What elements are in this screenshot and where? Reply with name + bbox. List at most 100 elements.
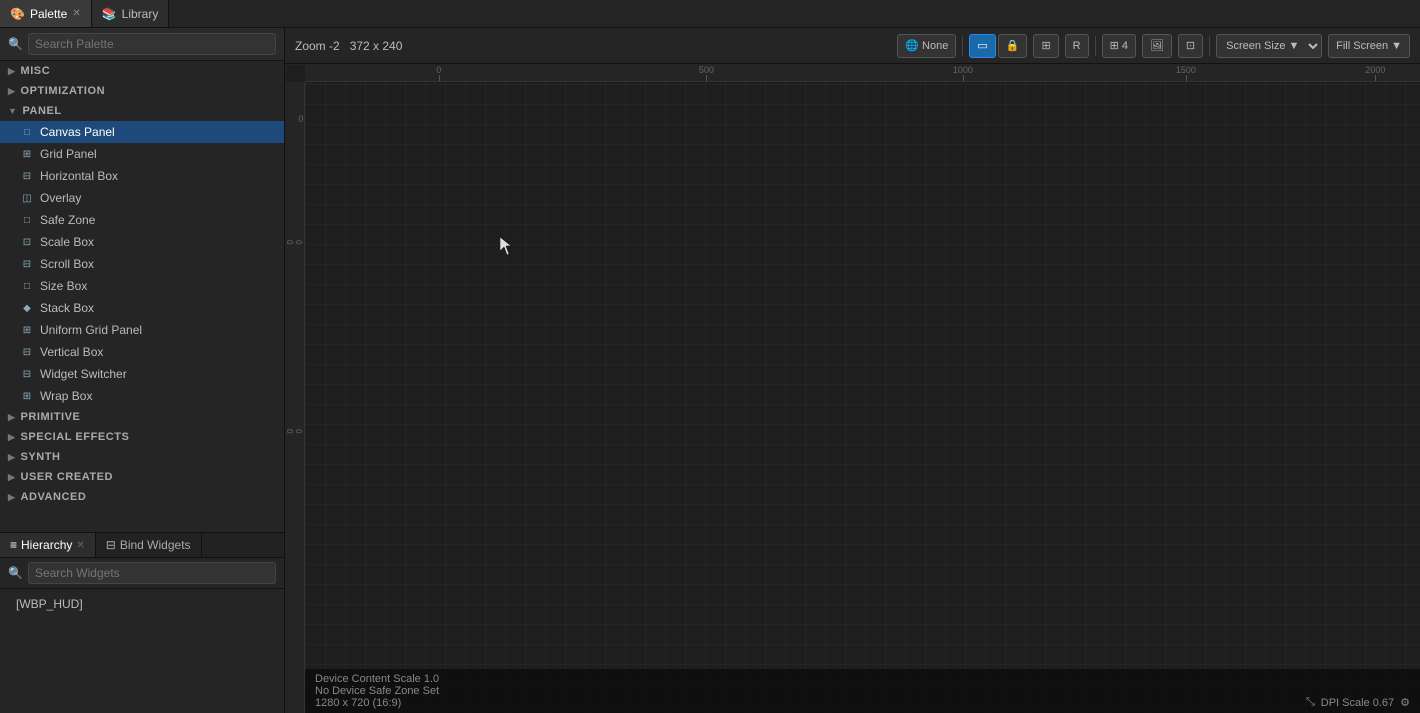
optimization-arrow: ▶	[8, 86, 15, 97]
main-layout: 🔍 ▶ MISC ▶ OPTIMIZATION ▼ PANEL	[0, 28, 1420, 713]
palette-item-size-box[interactable]: □ Size Box	[0, 275, 284, 297]
status-line1: Device Content Scale 1.0	[315, 673, 1410, 685]
canvas-panel-label: Canvas Panel	[40, 125, 115, 139]
palette-item-vertical-box[interactable]: ⊟ Vertical Box	[0, 341, 284, 363]
resize-icon: ⤡	[1306, 696, 1315, 709]
view-btn-screen[interactable]: ▭	[969, 34, 995, 58]
palette-tab-icon: 🎨	[10, 7, 25, 21]
dims-label: 372 x 240	[350, 39, 403, 53]
category-special-effects[interactable]: ▶ SPECIAL EFFECTS	[0, 427, 284, 447]
globe-label: None	[922, 40, 948, 52]
ruler-tick-0	[439, 75, 440, 81]
vruler-label-1000: 1000	[285, 429, 304, 433]
hierarchy-tab-icon: ≡	[10, 538, 17, 552]
toolbar-right: 🌐 None ▭ 🔒 ⊞ R	[897, 34, 1410, 58]
status-line3: 1280 x 720 (16:9)	[315, 697, 1410, 709]
ruler-tick-500	[706, 75, 707, 81]
palette-item-scale-box[interactable]: ⊡ Scale Box	[0, 231, 284, 253]
screen-view-icon: ▭	[977, 39, 987, 52]
tab-palette[interactable]: 🎨 Palette ✕	[0, 0, 92, 27]
wrap-box-label: Wrap Box	[40, 389, 92, 403]
panel-label: PANEL	[22, 105, 61, 117]
r-btn[interactable]: R	[1065, 34, 1089, 58]
aspect-icon: ⊡	[1186, 39, 1195, 52]
bind-widgets-tab-icon: ⊟	[106, 538, 116, 552]
user-created-arrow: ▶	[8, 472, 15, 483]
globe-btn[interactable]: 🌐 None	[897, 34, 956, 58]
primitive-label: PRIMITIVE	[20, 411, 80, 423]
category-user-created[interactable]: ▶ USER CREATED	[0, 467, 284, 487]
ruler-label-500: 500	[699, 65, 714, 75]
optimization-label: OPTIMIZATION	[20, 85, 105, 97]
palette-tab-close[interactable]: ✕	[72, 8, 80, 19]
category-synth[interactable]: ▶ SYNTH	[0, 447, 284, 467]
layout-icon: ⊞	[1041, 39, 1050, 52]
category-advanced[interactable]: ▶ ADVANCED	[0, 487, 284, 507]
aspect-btn[interactable]: ⊡	[1178, 34, 1203, 58]
view-toggle-group: ▭ 🔒	[969, 34, 1027, 58]
scale-box-label: Scale Box	[40, 235, 94, 249]
canvas-status-right: ⤡ DPI Scale 0.67 ⚙	[1306, 696, 1410, 709]
canvas-area: Zoom -2 372 x 240 🌐 None ▭ 🔒	[285, 28, 1420, 713]
tab-bind-widgets[interactable]: ⊟ Bind Widgets	[96, 533, 202, 557]
hierarchy-search-bar: 🔍	[0, 558, 284, 589]
palette-section: 🔍 ▶ MISC ▶ OPTIMIZATION ▼ PANEL	[0, 28, 284, 533]
grid-icon: ⊞	[1110, 39, 1119, 52]
hierarchy-item-wbp-hud[interactable]: [WBP_HUD]	[8, 594, 276, 614]
tab-hierarchy[interactable]: ≡ Hierarchy ✕	[0, 533, 96, 557]
screen-size-select[interactable]: Screen Size ▼	[1216, 34, 1322, 58]
palette-item-uniform-grid-panel[interactable]: ⊞ Uniform Grid Panel	[0, 319, 284, 341]
special-effects-arrow: ▶	[8, 432, 15, 443]
panel-arrow: ▼	[8, 106, 17, 116]
screenshot-btn[interactable]: 🖼	[1142, 34, 1172, 58]
hierarchy-tab-close[interactable]: ✕	[76, 540, 84, 551]
palette-item-widget-switcher[interactable]: ⊟ Widget Switcher	[0, 363, 284, 385]
category-misc[interactable]: ▶ MISC	[0, 61, 284, 81]
hierarchy-search-icon: 🔍	[8, 566, 23, 580]
tab-library[interactable]: 📚 Library	[92, 0, 170, 27]
palette-item-safe-zone[interactable]: □ Safe Zone	[0, 209, 284, 231]
grid-panel-icon: ⊞	[20, 147, 34, 161]
palette-item-canvas-panel[interactable]: □ Canvas Panel	[0, 121, 284, 143]
canvas-viewport[interactable]: 0 500 1000 1500 2000 0 500 1000	[285, 64, 1420, 713]
overlay-label: Overlay	[40, 191, 81, 205]
toolbar-divider-1	[962, 36, 963, 56]
ruler-label-1500: 1500	[1176, 65, 1196, 75]
palette-item-wrap-box[interactable]: ⊞ Wrap Box	[0, 385, 284, 407]
hierarchy-content: [WBP_HUD]	[0, 589, 284, 713]
view-btn-lock[interactable]: 🔒	[998, 34, 1028, 58]
stack-box-label: Stack Box	[40, 301, 94, 315]
canvas-inner[interactable]	[305, 82, 1420, 713]
palette-item-stack-box[interactable]: ◆ Stack Box	[0, 297, 284, 319]
palette-item-horizontal-box[interactable]: ⊟ Horizontal Box	[0, 165, 284, 187]
settings-icon[interactable]: ⚙	[1400, 696, 1410, 709]
uniform-grid-panel-label: Uniform Grid Panel	[40, 323, 142, 337]
left-panel: 🔍 ▶ MISC ▶ OPTIMIZATION ▼ PANEL	[0, 28, 285, 713]
layout-btn[interactable]: ⊞	[1033, 34, 1058, 58]
grid-display-btn[interactable]: ⊞ 4	[1102, 34, 1136, 58]
horizontal-box-label: Horizontal Box	[40, 169, 118, 183]
lock-icon: 🔒	[1006, 39, 1020, 52]
category-panel[interactable]: ▼ PANEL	[0, 101, 284, 121]
palette-item-grid-panel[interactable]: ⊞ Grid Panel	[0, 143, 284, 165]
size-box-label: Size Box	[40, 279, 87, 293]
advanced-arrow: ▶	[8, 492, 15, 503]
horizontal-box-icon: ⊟	[20, 169, 34, 183]
palette-item-overlay[interactable]: ◫ Overlay	[0, 187, 284, 209]
category-optimization[interactable]: ▶ OPTIMIZATION	[0, 81, 284, 101]
palette-item-scroll-box[interactable]: ⊟ Scroll Box	[0, 253, 284, 275]
palette-search-bar: 🔍	[0, 28, 284, 61]
hierarchy-search-input[interactable]	[28, 562, 276, 584]
stack-box-icon: ◆	[20, 301, 34, 315]
ruler-label-1000: 1000	[953, 65, 973, 75]
library-tab-icon: 📚	[102, 7, 117, 21]
palette-search-input[interactable]	[28, 33, 276, 55]
fill-screen-btn[interactable]: Fill Screen ▼	[1328, 34, 1410, 58]
toolbar-left: Zoom -2 372 x 240	[295, 39, 402, 53]
hierarchy-tab-label: Hierarchy	[21, 538, 72, 552]
palette-search-icon: 🔍	[8, 37, 23, 51]
globe-icon: 🌐	[905, 39, 919, 52]
vertical-box-icon: ⊟	[20, 345, 34, 359]
category-primitive[interactable]: ▶ PRIMITIVE	[0, 407, 284, 427]
special-effects-label: SPECIAL EFFECTS	[20, 431, 129, 443]
